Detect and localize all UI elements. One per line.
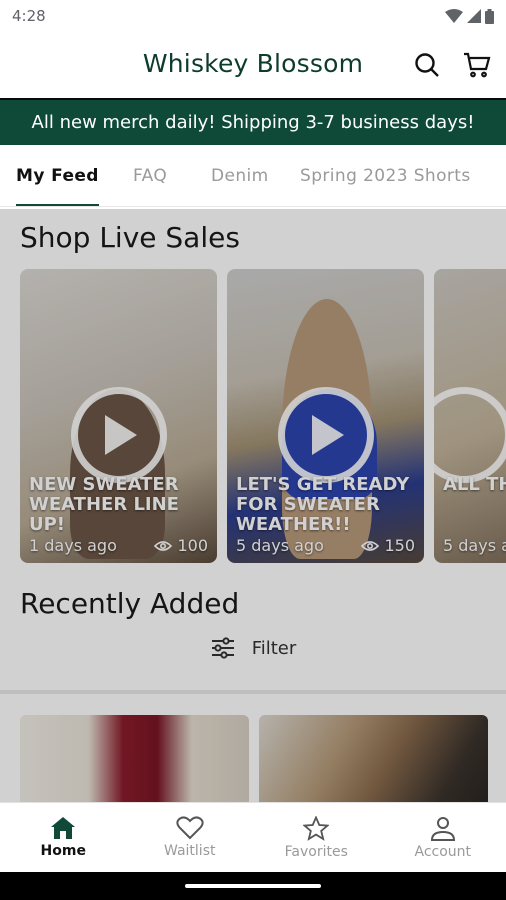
battery-icon xyxy=(485,8,494,24)
nav-home-label: Home xyxy=(40,843,86,859)
signal-icon xyxy=(467,9,481,23)
wifi-icon xyxy=(445,9,463,23)
app-header: Whiskey Blossom xyxy=(0,32,506,98)
recently-added-heading: Recently Added xyxy=(20,587,240,620)
product-card[interactable] xyxy=(259,715,488,802)
live-sale-card[interactable]: NEW SWEATER WEATHER LINE UP! 1 days ago … xyxy=(20,269,217,563)
heart-icon xyxy=(176,816,204,840)
nav-favorites-label: Favorites xyxy=(284,843,348,860)
system-nav-bar xyxy=(0,872,506,900)
nav-home[interactable]: Home xyxy=(0,803,127,872)
home-icon xyxy=(51,817,76,839)
live-sale-title: NEW SWEATER WEATHER LINE UP! xyxy=(29,474,179,535)
promo-banner-text: All new merch daily! Shipping 3-7 busine… xyxy=(31,112,475,133)
feed-content[interactable]: Shop Live Sales NEW SWEATER WEATHER LINE… xyxy=(0,209,506,802)
nav-account-label: Account xyxy=(414,843,472,860)
live-sale-time: 5 days ago xyxy=(236,536,324,555)
live-sale-views: 150 xyxy=(384,536,415,555)
live-sale-card[interactable]: LET'S GET READY FOR SWEATER WEATHER!! 5 … xyxy=(227,269,424,563)
bottom-nav: Home Waitlist Favorites Account xyxy=(0,802,506,872)
live-sale-time: 1 days ago xyxy=(29,536,117,555)
account-icon xyxy=(430,816,455,841)
status-icons xyxy=(445,8,494,24)
shop-live-sales-heading: Shop Live Sales xyxy=(20,221,240,254)
filter-button[interactable]: Filter xyxy=(0,637,506,659)
tab-bar: My Feed FAQ Denim Spring 2023 Shorts xyxy=(0,145,506,207)
cart-button[interactable] xyxy=(462,50,492,80)
search-icon xyxy=(415,53,439,77)
live-sale-title: ALL THE MONO xyxy=(443,474,506,495)
star-icon xyxy=(303,815,330,841)
nav-account[interactable]: Account xyxy=(380,803,506,872)
tab-spring-2023-shorts[interactable]: Spring 2023 Shorts xyxy=(300,145,471,206)
filter-icon xyxy=(211,637,234,659)
tab-denim[interactable]: Denim xyxy=(211,145,269,206)
home-gesture-handle[interactable] xyxy=(185,884,321,888)
promo-banner: All new merch daily! Shipping 3-7 busine… xyxy=(0,98,506,145)
tab-my-feed[interactable]: My Feed xyxy=(16,145,99,206)
nav-waitlist-label: Waitlist xyxy=(164,843,216,859)
product-grid[interactable] xyxy=(20,715,488,802)
live-sale-time: 5 days a xyxy=(443,536,506,555)
nav-waitlist[interactable]: Waitlist xyxy=(127,803,254,872)
filter-label: Filter xyxy=(251,637,297,659)
live-sale-views: 100 xyxy=(177,536,208,555)
divider xyxy=(0,690,506,694)
eye-icon xyxy=(154,540,173,551)
live-sale-title: LET'S GET READY FOR SWEATER WEATHER!! xyxy=(236,474,410,535)
status-bar: 4:28 xyxy=(0,0,506,32)
play-icon[interactable] xyxy=(70,387,167,483)
play-icon[interactable] xyxy=(434,387,506,483)
eye-icon xyxy=(361,540,380,551)
tab-faq[interactable]: FAQ xyxy=(133,145,167,206)
status-time: 4:28 xyxy=(12,7,46,25)
search-button[interactable] xyxy=(412,50,442,80)
cart-icon xyxy=(464,52,491,78)
nav-favorites[interactable]: Favorites xyxy=(253,803,380,872)
live-sales-carousel[interactable]: NEW SWEATER WEATHER LINE UP! 1 days ago … xyxy=(20,269,506,563)
play-icon[interactable] xyxy=(277,387,374,483)
live-sale-card[interactable]: ALL THE MONO 5 days a xyxy=(434,269,506,563)
product-card[interactable] xyxy=(20,715,249,802)
